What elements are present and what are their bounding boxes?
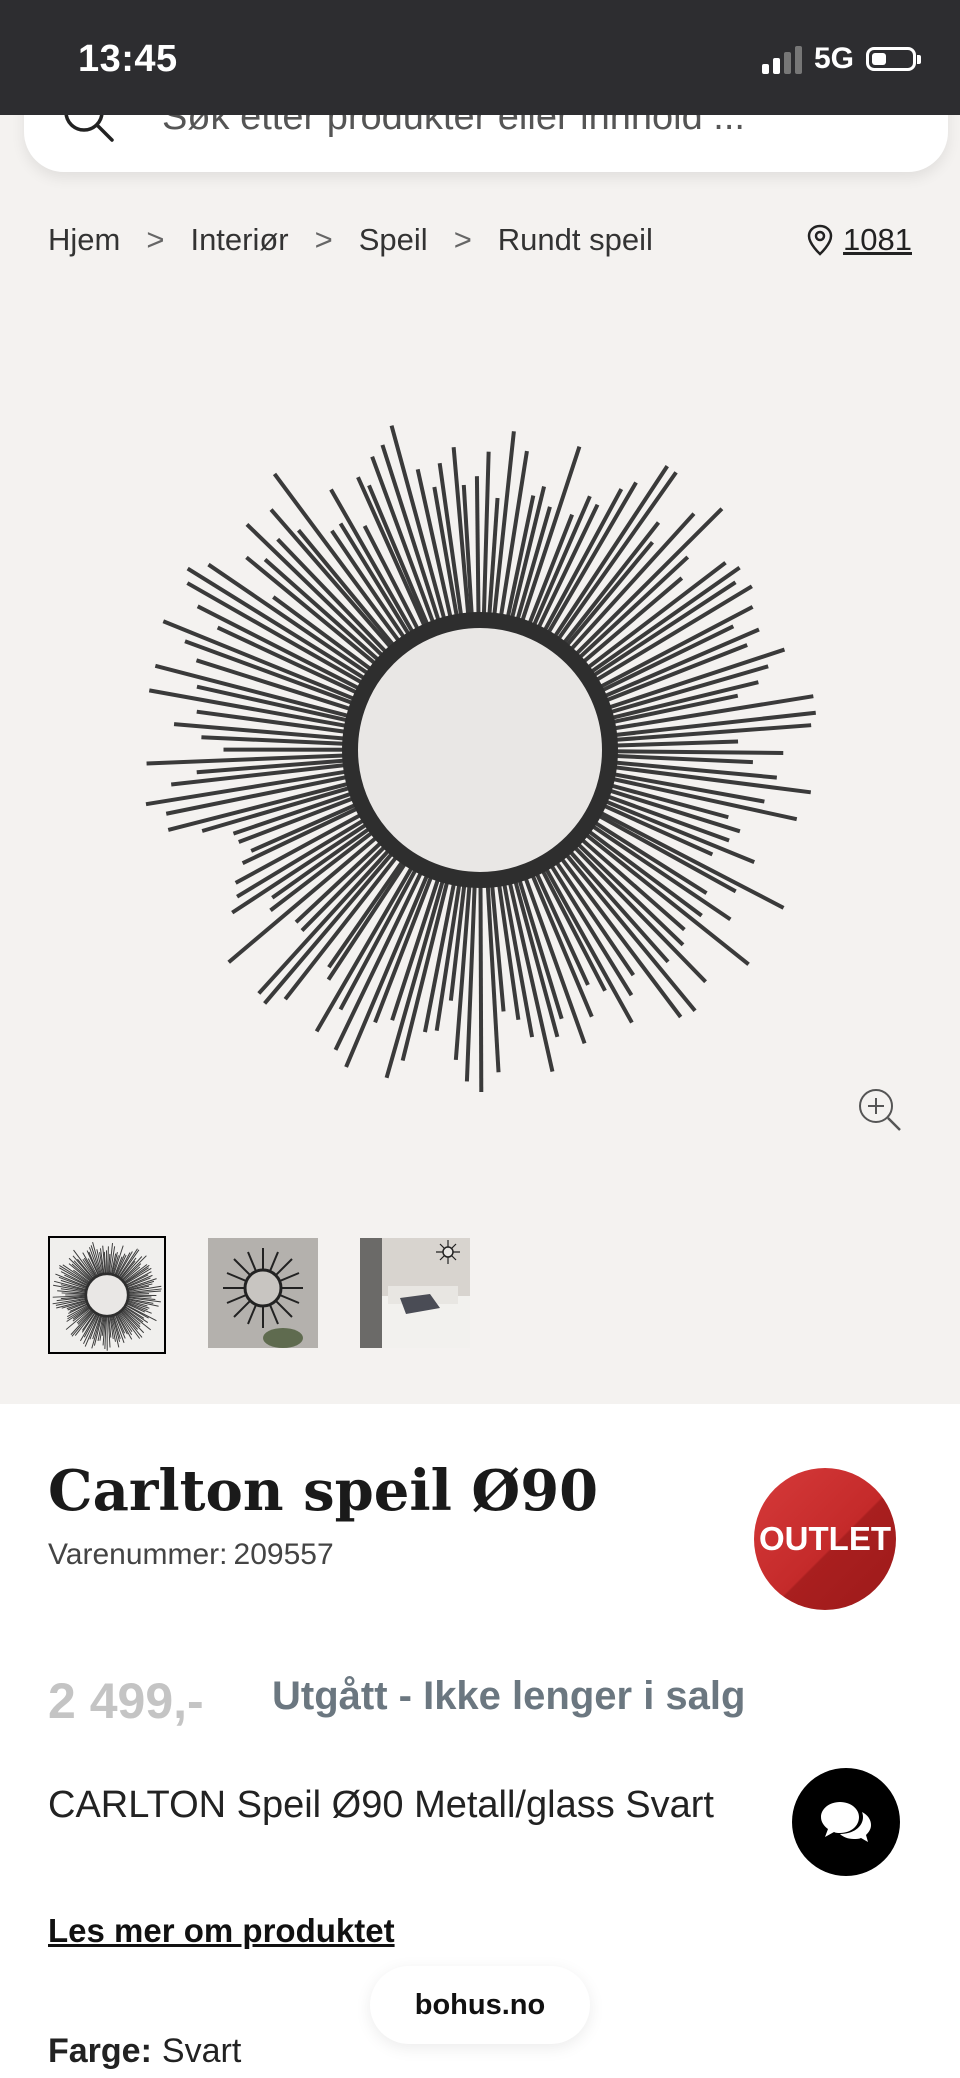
read-more-link[interactable]: Les mer om produktet — [48, 1912, 395, 1950]
status-indicators: 5G — [761, 42, 921, 76]
product-image[interactable] — [130, 400, 830, 1100]
chevron-right-icon: > — [314, 222, 333, 257]
location-pin-icon — [807, 224, 833, 256]
product-title: Carlton speil Ø90 — [48, 1458, 599, 1524]
thumbnail-2[interactable] — [208, 1238, 318, 1348]
zoom-in-icon[interactable] — [856, 1086, 904, 1134]
chat-button[interactable] — [792, 1768, 900, 1876]
store-selector[interactable]: 1081 — [807, 222, 912, 258]
product-sku: Varenummer: 209557 — [48, 1538, 334, 1572]
mirror-thumbnail-image — [52, 1242, 162, 1351]
domain-pill[interactable]: bohus.no — [370, 1966, 590, 2044]
chevron-right-icon: > — [453, 222, 472, 257]
breadcrumb-item-mirror[interactable]: Speil — [359, 222, 428, 258]
signal-icon — [761, 44, 802, 74]
color-value: Svart — [161, 2032, 242, 2070]
color-selector[interactable]: Farge: Svart — [48, 2032, 241, 2071]
thumbnail-1[interactable] — [48, 1236, 166, 1354]
breadcrumb-item-home[interactable]: Hjem — [48, 222, 120, 258]
availability-status: Utgått - Ikke lenger i salg — [272, 1674, 746, 1718]
mirror-on-wall-image — [208, 1238, 318, 1348]
breadcrumb: Hjem > Interiør > Speil > Rundt speil — [48, 222, 679, 258]
thumbnail-strip — [48, 1236, 470, 1354]
thumbnail-3[interactable] — [360, 1238, 470, 1348]
store-code[interactable]: 1081 — [843, 222, 912, 258]
product-description: CARLTON Speil Ø90 Metall/glass Svart — [48, 1784, 714, 1826]
battery-icon — [866, 47, 921, 71]
color-label: Farge: — [48, 2032, 152, 2070]
status-time: 13:45 — [78, 38, 178, 80]
breadcrumb-item-round-mirror[interactable]: Rundt speil — [498, 222, 653, 258]
status-bar: 13:45 5G — [0, 0, 960, 115]
chat-bubbles-icon — [821, 1802, 871, 1842]
bedroom-scene-image — [360, 1238, 470, 1348]
product-price: 2 499,- — [48, 1673, 204, 1729]
breadcrumb-item-interior[interactable]: Interiør — [190, 222, 288, 258]
sku-label: Varenummer: — [48, 1538, 228, 1571]
product-info: Carlton speil Ø90 Varenummer: 209557 OUTL… — [0, 1404, 960, 2078]
sku-value: 209557 — [233, 1538, 334, 1571]
network-label: 5G — [813, 42, 854, 75]
chevron-right-icon: > — [146, 222, 165, 257]
outlet-badge: OUTLET — [754, 1468, 896, 1610]
